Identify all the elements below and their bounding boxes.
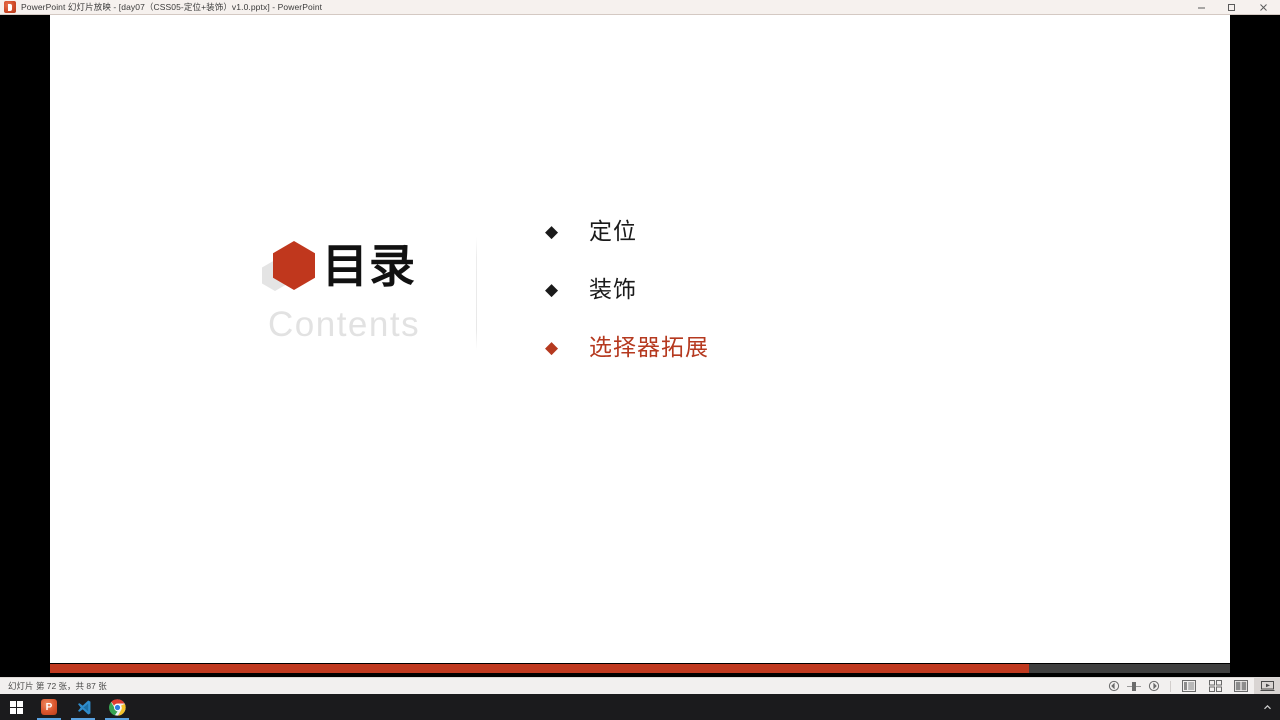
system-tray <box>1254 694 1280 720</box>
powerpoint-icon <box>41 699 57 715</box>
slide-counter-text: 幻灯片 第 72 张，共 87 张 <box>8 681 107 691</box>
window-title: PowerPoint 幻灯片放映 - [day07（CSS05-定位+装饰）v1… <box>21 1 323 12</box>
normal-view-button[interactable] <box>1176 678 1202 694</box>
list-item-label: 装饰 <box>589 277 637 303</box>
table-of-contents-list: ◆ 定位 ◆ 装饰 ◆ 选择器拓展 <box>545 215 709 389</box>
zoom-slider[interactable] <box>1125 678 1143 694</box>
taskbar-powerpoint[interactable] <box>32 694 66 720</box>
diamond-bullet-icon: ◆ <box>545 338 559 358</box>
diamond-bullet-icon: ◆ <box>545 222 559 242</box>
slide-heading-en: Contents <box>268 305 421 344</box>
list-item-label: 定位 <box>589 219 637 245</box>
chevron-up-icon[interactable] <box>1254 694 1280 720</box>
windows-start-icon[interactable] <box>0 694 32 720</box>
taskbar-vscode[interactable] <box>66 694 100 720</box>
slideshow-progress-fill <box>50 664 1030 673</box>
zoom-out-icon[interactable] <box>1103 678 1125 694</box>
minimize-button[interactable] <box>1186 0 1216 15</box>
slideshow-progress-track <box>50 664 1230 673</box>
powerpoint-icon <box>4 1 16 13</box>
list-item-label: 选择器拓展 <box>589 335 709 361</box>
reading-view-button[interactable] <box>1228 678 1254 694</box>
slide-canvas[interactable]: 目录 Contents ◆ 定位 ◆ 装饰 ◆ 选择器拓展 <box>50 15 1230 663</box>
slide-sorter-button[interactable] <box>1202 678 1228 694</box>
list-item[interactable]: ◆ 装饰 <box>545 273 709 307</box>
hexagon-logo <box>261 240 323 292</box>
chrome-icon <box>108 698 126 716</box>
list-item[interactable]: ◆ 定位 <box>545 215 709 249</box>
slide-show-button[interactable] <box>1254 678 1280 694</box>
slide-heading-cn: 目录 <box>322 239 416 293</box>
status-bar: 幻灯片 第 72 张，共 87 张 <box>0 677 1280 694</box>
vscode-icon <box>77 700 90 714</box>
vertical-divider <box>476 237 477 350</box>
maximize-button[interactable] <box>1216 0 1246 15</box>
status-bar-right-tools <box>1103 678 1280 694</box>
window-controls <box>1186 0 1280 15</box>
close-button[interactable] <box>1246 0 1280 15</box>
contents-heading-block: 目录 Contents <box>261 239 486 355</box>
windows-taskbar <box>0 694 1280 720</box>
window-title-bar: PowerPoint 幻灯片放映 - [day07（CSS05-定位+装饰）v1… <box>0 0 1280 15</box>
taskbar-chrome[interactable] <box>100 694 134 720</box>
toolbar-separator <box>1170 680 1171 692</box>
hexagon-front-icon <box>272 241 316 290</box>
diamond-bullet-icon: ◆ <box>545 280 559 300</box>
list-item[interactable]: ◆ 选择器拓展 <box>545 331 709 365</box>
desktop-screen: PowerPoint 幻灯片放映 - [day07（CSS05-定位+装饰）v1… <box>0 0 1280 720</box>
zoom-in-icon[interactable] <box>1143 678 1165 694</box>
